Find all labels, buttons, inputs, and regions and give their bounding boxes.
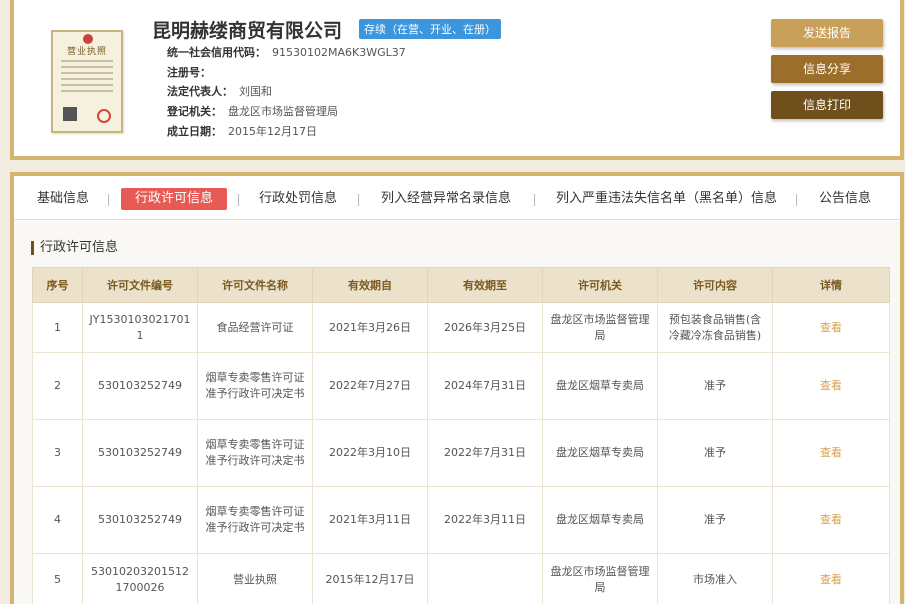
table-row: 3 530103252749 烟草专卖零售许可证准予行政许可决定书 2022年3… [32,419,890,487]
info-row-legal-rep: 法定代表人： 刘国和 [167,85,272,99]
tab-announcement[interactable]: 公告信息 [819,188,871,210]
info-row-reg-number: 注册号： [167,65,211,79]
company-header-card: 营业执照 昆明赫缕商贸有限公司 存续（在营、开业、在册） 统一社会信用代码： 91… [10,0,904,160]
table-row: 2 530103252749 烟草专卖零售许可证准予行政许可决定书 2022年7… [32,352,890,420]
table-header-row: 序号 许可文件编号 许可文件名称 有效期自 有效期至 许可机关 许可内容 详情 [32,267,890,303]
main-content-card: 基础信息 行政许可信息 行政处罚信息 列入经营异常名录信息 列入严重违法失信名单… [10,172,904,604]
header-detail: 详情 [772,267,890,303]
tab-abnormal-list[interactable]: 列入经营异常名录信息 [381,188,511,210]
table-row: 1 JY15301030217011 食品经营许可证 2021年3月26日 20… [32,302,890,353]
license-table: 序号 许可文件编号 许可文件名称 有效期自 有效期至 许可机关 许可内容 详情 … [32,267,890,604]
license-image-title: 营业执照 [66,47,107,57]
send-report-button[interactable]: 发送报告 [771,19,883,47]
tab-basic-info[interactable]: 基础信息 [37,188,89,210]
header-doc-number: 许可文件编号 [82,267,198,303]
section-title: 行政许可信息 [31,241,118,255]
tab-admin-license[interactable]: 行政许可信息 [121,188,228,210]
company-name: 昆明赫缕商贸有限公司 [152,20,343,42]
view-detail-link[interactable]: 查看 [772,302,890,353]
tabs-bar: 基础信息 行政许可信息 行政处罚信息 列入经营异常名录信息 列入严重违法失信名单… [14,176,900,220]
business-license-image[interactable]: 营业执照 [51,30,123,133]
tab-blacklist[interactable]: 列入严重违法失信名单（黑名单）信息 [556,188,777,210]
header-content: 许可内容 [657,267,773,303]
qr-code-icon [63,107,77,121]
header-seq: 序号 [32,267,83,303]
tab-admin-penalty[interactable]: 行政处罚信息 [259,188,337,210]
seal-icon [97,109,111,123]
view-detail-link[interactable]: 查看 [772,486,890,554]
status-badge: 存续（在营、开业、在册） [359,19,501,39]
table-row: 5 530102032015121700026 营业执照 2015年12月17日… [32,553,890,604]
print-info-button[interactable]: 信息打印 [771,91,883,119]
view-detail-link[interactable]: 查看 [772,352,890,420]
header-doc-name: 许可文件名称 [197,267,313,303]
table-row: 4 530103252749 烟草专卖零售许可证准予行政许可决定书 2021年3… [32,486,890,554]
content-area: 行政许可信息 序号 许可文件编号 许可文件名称 有效期自 有效期至 许可机关 许… [14,221,900,604]
header-valid-from: 有效期自 [312,267,428,303]
company-info-list: 统一社会信用代码： 91530102MA6K3WGL37 注册号： 法定代表人：刘… [167,43,406,141]
info-row-reg-authority: 登记机关： 盘龙区市场监督管理局 [167,105,338,119]
header-authority: 许可机关 [542,267,658,303]
info-row-founded-date: 成立日期： 2015年12月17日 [167,124,317,138]
header-valid-to: 有效期至 [427,267,543,303]
national-emblem-icon [83,34,93,44]
view-detail-link[interactable]: 查看 [772,419,890,487]
share-info-button[interactable]: 信息分享 [771,55,883,83]
view-detail-link[interactable]: 查看 [772,553,890,604]
info-row-credit-code: 统一社会信用代码： 91530102MA6K3WGL37 [167,46,406,59]
